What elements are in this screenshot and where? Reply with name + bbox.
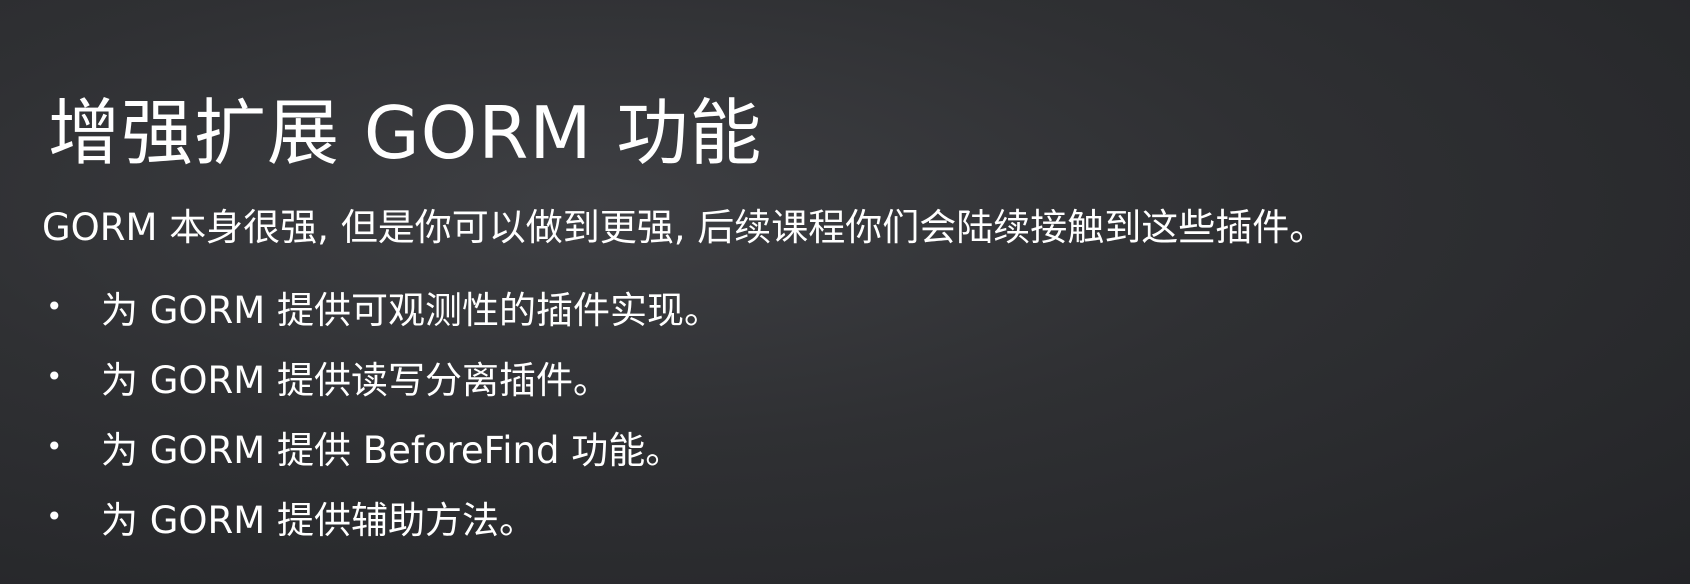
bullet-item: • 为 GORM 提供可观测性的插件实现。 bbox=[42, 272, 721, 342]
bullet-text: 为 GORM 提供辅助方法。 bbox=[101, 499, 536, 542]
bullet-dot-icon: • bbox=[46, 500, 63, 533]
bullet-dot-icon: • bbox=[46, 290, 63, 323]
slide-title: 增强扩展 GORM 功能 bbox=[48, 91, 763, 176]
bullet-item: • 为 GORM 提供 BeforeFind 功能。 bbox=[42, 412, 721, 482]
bullet-item: • 为 GORM 提供辅助方法。 bbox=[42, 482, 721, 552]
bullet-dot-icon: • bbox=[46, 360, 63, 393]
bullet-item: • 为 GORM 提供读写分离插件。 bbox=[42, 342, 721, 412]
bullet-text: 为 GORM 提供可观测性的插件实现。 bbox=[101, 289, 721, 332]
bullet-dot-icon: • bbox=[46, 430, 63, 463]
intro-text: GORM 本身很强, 但是你可以做到更强, 后续课程你们会陆续接触到这些插件。 bbox=[42, 206, 1327, 249]
bullet-list: • 为 GORM 提供可观测性的插件实现。 • 为 GORM 提供读写分离插件。… bbox=[42, 272, 721, 552]
bullet-text: 为 GORM 提供 BeforeFind 功能。 bbox=[101, 429, 683, 472]
slide: 增强扩展 GORM 功能 GORM 本身很强, 但是你可以做到更强, 后续课程你… bbox=[0, 0, 1690, 584]
bullet-text: 为 GORM 提供读写分离插件。 bbox=[101, 359, 610, 402]
